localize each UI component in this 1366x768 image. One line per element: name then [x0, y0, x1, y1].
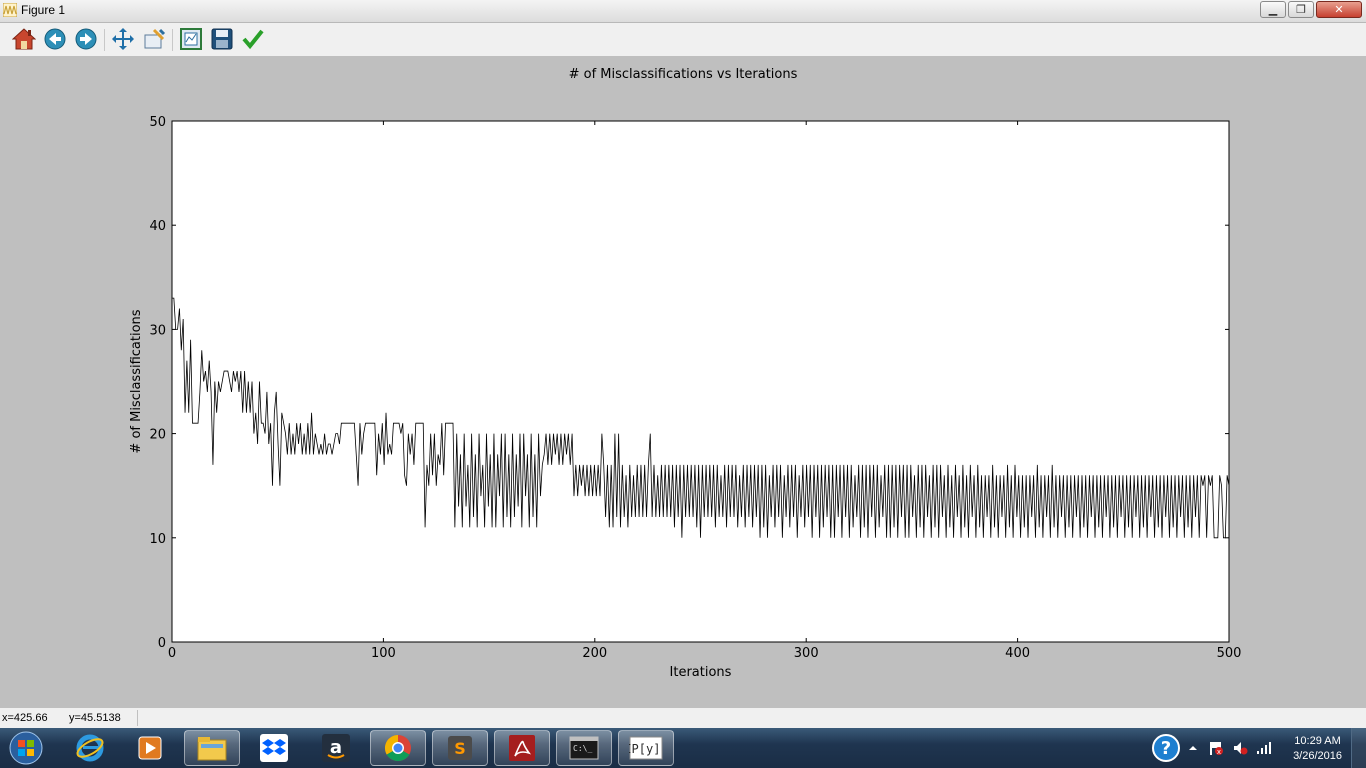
folder-icon: [197, 737, 227, 761]
media-player-icon: [138, 736, 162, 760]
x-axis-label: Iterations: [670, 665, 732, 680]
y-tick-label: 0: [158, 636, 166, 651]
matplotlib-app-icon: [3, 3, 17, 17]
taskbar-file-explorer[interactable]: [184, 730, 240, 766]
minimize-button[interactable]: ▁: [1260, 1, 1286, 18]
svg-text:C:\_: C:\_: [573, 744, 592, 753]
taskbar-media-player[interactable]: [122, 730, 178, 766]
taskbar-amazon[interactable]: a: [308, 730, 364, 766]
x-tick-label: 0: [168, 646, 176, 661]
zoom-icon: [144, 28, 166, 49]
taskbar-ipython[interactable]: IP[y]:: [618, 730, 674, 766]
clock-time: 10:29 AM: [1294, 735, 1341, 747]
windows-taskbar: a S C:\_ IP[y]:: [0, 728, 1366, 768]
dropbox-icon: [260, 734, 288, 762]
taskbar-sublime-text[interactable]: S: [432, 730, 488, 766]
forward-button[interactable]: [73, 26, 99, 52]
volume-tray-icon[interactable]: [1230, 730, 1250, 766]
save-button[interactable]: [209, 26, 235, 52]
chrome-icon: [384, 734, 411, 762]
close-button[interactable]: ✕: [1316, 1, 1362, 18]
show-desktop-button[interactable]: [1351, 728, 1366, 768]
subplots-icon: [180, 28, 202, 50]
ipython-icon: IP[y]:: [629, 736, 663, 760]
status-divider: [137, 710, 138, 726]
home-button[interactable]: [11, 26, 37, 52]
chart-title: # of Misclassifications vs Iterations: [569, 67, 798, 82]
pan-icon: [112, 28, 134, 50]
back-button[interactable]: [42, 26, 68, 52]
x-tick-label: 500: [1217, 646, 1242, 661]
wifi-signal-icon: [1257, 742, 1271, 754]
x-tick-label: 400: [1005, 646, 1030, 661]
taskbar-chrome[interactable]: [370, 730, 426, 766]
y-coordinate-readout: y=45.5138: [69, 712, 121, 724]
y-tick-label: 10: [149, 532, 166, 547]
show-hidden-icons-button[interactable]: [1186, 730, 1200, 766]
chevron-up-icon: [1189, 746, 1197, 750]
toolbar-separator: [172, 29, 173, 51]
internet-explorer-icon: [76, 734, 104, 762]
x-tick-label: 300: [794, 646, 819, 661]
start-button[interactable]: [4, 730, 48, 766]
edit-parameters-button[interactable]: [240, 26, 266, 52]
y-tick-label: 40: [149, 219, 166, 234]
edit-check-icon: [242, 29, 264, 50]
restore-button[interactable]: ❐: [1288, 1, 1314, 18]
toolbar-separator: [104, 29, 105, 51]
x-tick-label: 100: [371, 646, 396, 661]
speaker-muted-icon: [1234, 742, 1248, 755]
amazon-icon: a: [322, 734, 350, 762]
command-prompt-icon: C:\_: [569, 736, 599, 760]
svg-text:a: a: [330, 737, 342, 758]
help-tray-button[interactable]: ?: [1148, 730, 1184, 766]
sublime-text-icon: S: [448, 736, 472, 760]
acrobat-icon: [509, 735, 535, 761]
pan-button[interactable]: [110, 26, 136, 52]
window-titlebar: Figure 1 ▁ ❐ ✕: [0, 0, 1366, 23]
subplots-button[interactable]: [178, 26, 204, 52]
action-center-tray-icon[interactable]: x: [1206, 730, 1226, 766]
y-axis-label: # of Misclassifications: [129, 309, 144, 453]
back-icon: [44, 28, 66, 50]
y-tick-label: 30: [149, 323, 166, 338]
forward-icon: [75, 28, 97, 50]
taskbar-dropbox[interactable]: [246, 730, 302, 766]
y-tick-label: 20: [149, 428, 166, 443]
taskbar-acrobat[interactable]: [494, 730, 550, 766]
svg-text:S: S: [454, 739, 466, 758]
y-tick-label: 50: [149, 115, 166, 130]
status-bar: x=425.66 y=45.5138: [0, 708, 1366, 728]
figure-canvas[interactable]: # of Misclassifications vs Iterations 0 1…: [0, 56, 1366, 708]
taskbar-command-prompt[interactable]: C:\_: [556, 730, 612, 766]
taskbar-internet-explorer[interactable]: [62, 730, 118, 766]
svg-text:x: x: [1217, 748, 1221, 756]
window-title: Figure 1: [21, 3, 66, 17]
navigation-toolbar: [0, 23, 1366, 56]
flag-alert-icon: x: [1210, 742, 1223, 756]
save-icon: [211, 28, 233, 50]
network-tray-icon[interactable]: [1254, 730, 1274, 766]
svg-text:?: ?: [1161, 738, 1171, 759]
taskbar-clock[interactable]: 10:29 AM 3/26/2016: [1293, 734, 1342, 764]
zoom-button[interactable]: [141, 26, 167, 52]
windows-start-orb-icon: [9, 731, 43, 765]
x-tick-label: 200: [582, 646, 607, 661]
x-coordinate-readout: x=425.66: [2, 712, 48, 724]
svg-text:IP[y]:: IP[y]:: [629, 742, 663, 756]
help-icon: ?: [1152, 734, 1180, 762]
clock-date: 3/26/2016: [1293, 750, 1342, 762]
home-icon: [12, 28, 36, 50]
plot-area[interactable]: [171, 120, 1230, 643]
